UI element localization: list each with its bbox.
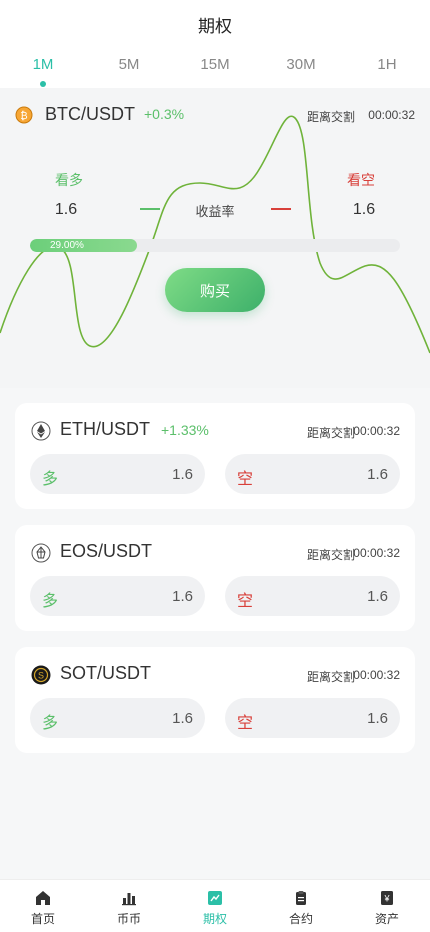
long-odds: 1.6 [172,466,193,483]
short-button[interactable]: 空 1.6 [225,454,400,494]
tabbar-options[interactable]: 期权 [172,880,258,932]
countdown-label: 距离交割 [306,670,355,684]
featured-pair: BTC/USDT [45,104,135,124]
return-rate-label: 收益率 [195,204,235,219]
tabbar-label: 首页 [30,912,55,926]
page-title: 期权 [198,17,232,36]
long-button[interactable]: 多 1.6 [30,576,205,616]
featured-header: ₿ BTC/USDT +0.3% 距离交割 00:00:32 [15,104,415,126]
short-button[interactable]: 空 1.6 [225,698,400,738]
short-button[interactable]: 空 1.6 [225,576,400,616]
home-icon [36,891,50,905]
market-card-sot[interactable]: S SOT/USDT 距离交割 00:00:32 多 1.6 空 1.6 [15,647,415,753]
svg-text:¥: ¥ [383,894,390,904]
wallet-icon: ¥ [381,891,393,905]
long-label: 多 [42,715,59,732]
market-pair: EOS/USDT [60,541,153,561]
interval-tabs: 1M 5M 15M 30M 1H [0,56,430,87]
tabbar-label: 合约 [288,912,313,926]
countdown-label: 距离交割 [306,426,355,440]
long-value: 1.6 [54,201,78,218]
market-card-eos[interactable]: EOS/USDT 距离交割 00:00:32 多 1.6 空 1.6 [15,525,415,631]
market-pair: ETH/USDT [60,419,150,439]
svg-text:₿: ₿ [20,110,27,122]
countdown-time: 00:00:32 [353,546,400,560]
ethereum-icon [31,421,51,441]
long-button[interactable]: 多 1.6 [30,454,205,494]
tabbar-label: 币币 [116,912,141,926]
tabbar-spot[interactable]: 币币 [86,880,172,932]
price-wave-decoration [0,115,430,354]
countdown-label: 距离交割 [306,548,355,562]
market-card-eth[interactable]: ETH/USDT +1.33% 距离交割 00:00:32 多 1.6 空 1.6 [15,403,415,509]
eos-icon [31,543,51,563]
market-pair: SOT/USDT [60,663,152,683]
tabbar-contract[interactable]: 合约 [258,880,344,932]
buy-button[interactable]: 购买 [165,268,265,312]
featured-change: +0.3% [144,106,185,122]
tab-30m[interactable]: 30M [271,56,331,73]
sot-coin-icon: S [31,665,51,685]
bitcoin-icon: ₿ [15,106,33,124]
clipboard-icon [296,891,306,905]
long-label: 看多 [55,172,83,188]
tab-1h[interactable]: 1H [357,56,417,73]
tabbar-assets[interactable]: ¥ 资产 [344,880,430,932]
svg-text:S: S [38,671,44,681]
long-dash [140,208,160,210]
long-short-progress-bar: 29.00% [30,239,400,252]
tab-1m[interactable]: 1M [13,56,73,87]
short-odds: 1.6 [367,710,388,727]
short-dash [271,208,291,210]
long-odds: 1.6 [172,588,193,605]
long-button[interactable]: 多 1.6 [30,698,205,738]
countdown-label: 距离交割 [306,110,355,124]
tab-5m[interactable]: 5M [99,56,159,73]
short-label: 空 [237,593,254,610]
progress-text: 29.00% [50,240,84,251]
short-value: 1.6 [352,201,376,218]
tabbar-label: 期权 [202,912,227,926]
options-chart-icon [208,891,222,905]
short-label: 空 [237,715,254,732]
header: 期权 1M 5M 15M 30M 1H [0,0,430,88]
tab-15m[interactable]: 15M [185,56,245,73]
featured-market: ₿ BTC/USDT +0.3% 距离交割 00:00:32 看多 看空 1.6… [0,88,430,388]
short-label: 空 [237,471,254,488]
long-odds: 1.6 [172,710,193,727]
tabbar-home[interactable]: 首页 [0,880,86,932]
market-change: +1.33% [161,422,209,438]
countdown-time: 00:00:32 [353,424,400,438]
short-label: 看空 [347,172,375,188]
bar-chart-icon [122,893,136,906]
long-label: 多 [42,471,59,488]
bottom-tab-bar: 首页 币币 期权 合约 ¥ 资产 [0,879,430,932]
countdown-time: 00:00:32 [353,668,400,682]
countdown-time: 00:00:32 [368,108,415,122]
active-tab-indicator [40,81,46,87]
long-label: 多 [42,593,59,610]
tabbar-label: 资产 [374,912,399,926]
short-odds: 1.6 [367,466,388,483]
short-odds: 1.6 [367,588,388,605]
